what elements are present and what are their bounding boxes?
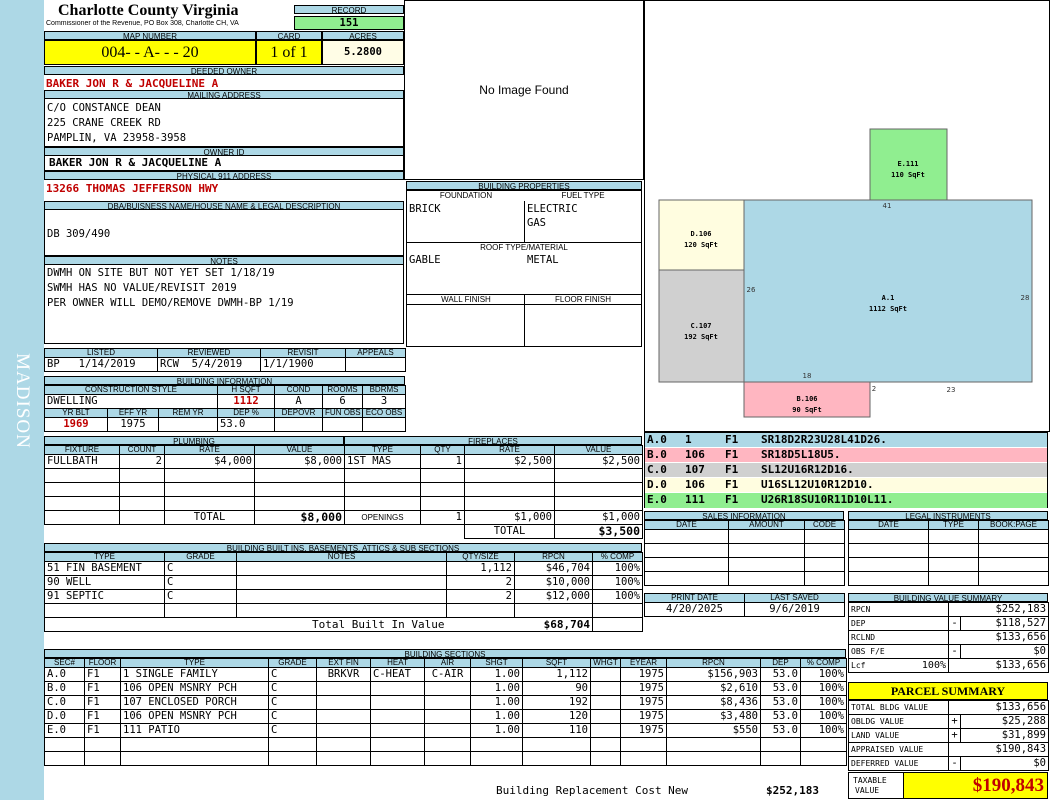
notes-box: DWMH ON SITE BUT NOT YET SET 1/18/19 SWM… xyxy=(44,265,404,344)
dba-label: DBA/BUISNESS NAME/HOUSE NAME & LEGAL DES… xyxy=(44,201,404,210)
county-title: Charlotte County Virginia xyxy=(58,2,239,19)
building-info-label: BUILDING INFORMATION xyxy=(44,376,405,385)
card-label: CARD xyxy=(256,31,322,40)
sketch-dim: 28 xyxy=(1021,294,1030,302)
sketch-section-a xyxy=(743,199,1033,383)
physical-address: 13266 THOMAS JEFFERSON HWY xyxy=(46,182,219,195)
legal-table: DATE TYPE BOOK:PAGE xyxy=(848,520,1049,586)
building-properties: FOUNDATION FUEL TYPE BRICK ELECTRIC GAS … xyxy=(406,190,642,347)
sketch-label: B.106 xyxy=(796,395,817,403)
section-row: E.0 F1 111 PATIO C 1.00 110 1975 $550 53.0 100% xyxy=(44,723,847,738)
sketch-label: 1112 SqFt xyxy=(869,305,907,313)
owner-id: BAKER JON R & JACQUELINE A xyxy=(44,156,404,171)
building-sketch: E.111 110 SqFt D.106 120 SqFt A.1 1112 S… xyxy=(644,0,1050,432)
sketch-label: E.111 xyxy=(897,160,918,168)
district-label: MADISON xyxy=(12,353,33,449)
sketch-dim: 18 xyxy=(803,372,812,380)
building-sections-table: SEC# FLOOR TYPE GRADE EXT FIN HEAT AIR SHGT SQFT… xyxy=(44,658,847,766)
sketch-dim: 23 xyxy=(947,386,956,394)
sketch-label: A.1 xyxy=(882,294,895,302)
plumbing-table: FIXTURE COUNT RATE VALUE FULLBATH 2 $4,000 $8,… xyxy=(44,445,345,525)
building-sections-label: BUILDING SECTIONS xyxy=(44,649,846,658)
sketch-label: 192 SqFt xyxy=(684,333,718,341)
built-ins-table: TYPE GRADE NOTES QTY/SIZE RPCN% COMP 51 FIN … xyxy=(44,552,643,632)
rcn-label: Building Replacement Cost New xyxy=(496,784,689,797)
property-image: No Image Found xyxy=(404,0,644,180)
map-number-label: MAP NUMBER xyxy=(44,31,256,40)
building-properties-label: BUILDING PROPERTIES xyxy=(406,181,642,190)
built-ins-label: BUILDING BUILT INS, BASEMENTS, ATTICS & … xyxy=(44,543,642,552)
sketch-label: 90 SqFt xyxy=(792,406,822,414)
acres-value: 5.2800 xyxy=(322,40,404,65)
section-row: A.0 F1 1 SINGLE FAMILY C BRKVR C-HEAT C-AIR 1.0… xyxy=(44,667,847,682)
sketch-dim: 26 xyxy=(747,286,756,294)
acres-label: ACRES xyxy=(322,31,404,40)
parcel-summary-table: TOTAL BLDG VALUE $133,656 OBLDG VALUE + $25… xyxy=(848,700,1050,771)
building-info-table: CONSTRUCTION STYLE H SQFT COND ROOMS BDRMS D… xyxy=(43,385,407,432)
dba-box: DB 309/490 xyxy=(44,210,404,256)
legend-row: B.0 106 F1 SR18D5L18U5. xyxy=(645,448,1047,463)
deeded-owner: BAKER JON R & JACQUELINE A xyxy=(46,77,219,90)
legend-row: C.0 107 F1 SL12U16R12D16. xyxy=(645,463,1047,478)
legend-row: E.0 111 F1 U26R18SU10R11D10L11. xyxy=(645,493,1047,508)
record-value: 151 xyxy=(294,16,404,30)
sketch-label: C.107 xyxy=(690,322,711,330)
taxable-label: TAXABLE VALUE xyxy=(848,772,904,799)
legend-row: D.0 106 F1 U16SL12U10R12D10. xyxy=(645,478,1047,493)
parcel-summary-title: PARCEL SUMMARY xyxy=(848,682,1048,700)
section-row: B.0 F1 106 OPEN MSNRY PCH C 1.00 90 1975 $2,610… xyxy=(44,681,847,696)
legal-label: LEGAL INSTRUMENTS xyxy=(848,511,1048,520)
mailing-address: C/O CONSTANCE DEAN 225 CRANE CREEK RD PA… xyxy=(44,99,404,147)
section-row: C.0 F1 107 ENCLOSED PORCH C 1.00 192 1975 $8,43… xyxy=(44,695,847,710)
owner-id-label: OWNER ID xyxy=(44,147,404,156)
sketch-label: 110 SqFt xyxy=(891,171,925,179)
sketch-legend: A.0 1 F1 SR18D2R23U28L41D26. B.0 106 F1 SR18D5… xyxy=(644,432,1048,508)
mailing-label: MAILING ADDRESS xyxy=(44,90,404,99)
sketch-dim: 41 xyxy=(883,202,892,210)
fireplaces-table: TYPE QTY RATE VALUE 1ST MAS 1 $2,500 $2,500 OP… xyxy=(344,445,643,539)
notes-label: NOTES xyxy=(44,256,404,265)
deeded-owner-label: DEEDED OWNER xyxy=(44,66,404,75)
value-summary-table: RPCN $252,183 DEP - $118,527 RCLND $133,656 … xyxy=(848,602,1050,673)
section-row: D.0 F1 106 OPEN MSNRY PCH C 1.00 120 1975 $3,48… xyxy=(44,709,847,724)
review-table: LISTED REVIEWED REVISIT APPEALS BP 1/14/201… xyxy=(44,348,406,372)
sketch-dim: 2 xyxy=(872,385,876,393)
physical-address-label: PHYSICAL 911 ADDRESS xyxy=(44,171,404,180)
sales-table: DATE AMOUNT CODE xyxy=(644,520,845,586)
sales-label: SALES INFORMATION xyxy=(644,511,844,520)
record-label: RECORD xyxy=(294,5,404,14)
fireplaces-label: FIREPLACES xyxy=(344,436,642,445)
card-value: 1 of 1 xyxy=(256,40,322,65)
legend-row: A.0 1 F1 SR18D2R23U28L41D26. xyxy=(645,433,1047,448)
county-subtitle: Commissioner of the Revenue, PO Box 308,… xyxy=(46,20,239,27)
rcn-value: $252,183 xyxy=(766,784,819,797)
sketch-label: D.106 xyxy=(690,230,711,238)
value-summary-label: BUILDING VALUE SUMMARY xyxy=(848,593,1048,602)
map-number: 004- - A- - - 20 xyxy=(44,40,256,65)
plumbing-label: PLUMBING xyxy=(44,436,344,445)
sketch-label: 120 SqFt xyxy=(684,241,718,249)
print-table: PRINT DATE LAST SAVED 4/20/2025 9/6/2019 xyxy=(644,593,845,617)
taxable-value: $190,843 xyxy=(903,772,1048,799)
